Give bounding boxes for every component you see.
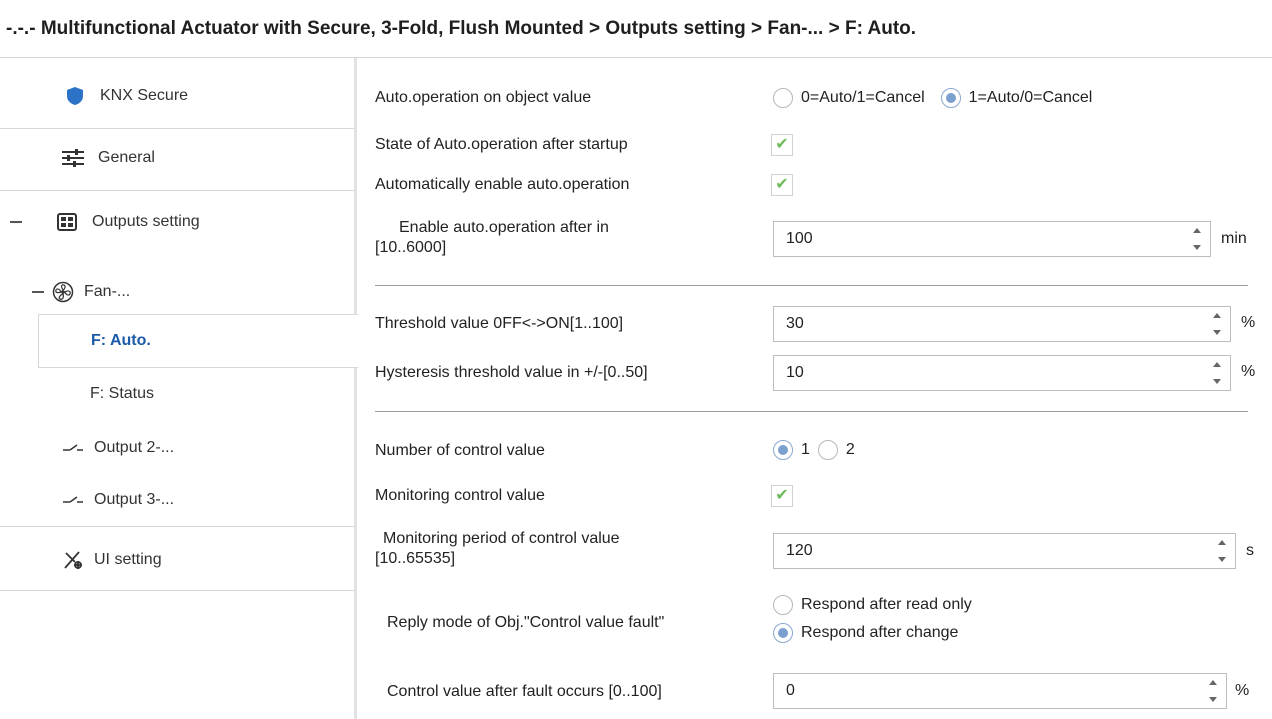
unit-label: %	[1241, 363, 1256, 380]
divider	[0, 526, 354, 527]
checkmark-icon: ✔	[775, 136, 789, 153]
fan-icon	[50, 279, 76, 305]
sidebar-item-f-auto[interactable]: F: Auto.	[38, 314, 358, 368]
reply-mode-option-after-change[interactable]: Respond after change	[773, 623, 958, 643]
monitor-period-label: Monitoring period of control value [10..…	[375, 530, 620, 567]
hysteresis-label: Hysteresis threshold value in +/-[0..50]	[375, 364, 648, 381]
monitoring-checkbox[interactable]: ✔	[771, 485, 793, 507]
sidebar-item-f-status[interactable]: F: Status	[0, 366, 354, 422]
state-after-startup-checkbox[interactable]: ✔	[771, 134, 793, 156]
hysteresis-input[interactable]: 10	[773, 355, 1231, 391]
radio-button[interactable]	[773, 623, 793, 643]
sidebar-item-label: Output 2-...	[94, 439, 175, 456]
sidebar-item-label: Outputs setting	[92, 213, 200, 230]
section-divider	[375, 285, 1248, 286]
auto-enable-checkbox[interactable]: ✔	[771, 174, 793, 196]
after-fault-label: Control value after fault occurs [0..100…	[387, 683, 662, 700]
reply-mode-option-read-only[interactable]: Respond after read only	[773, 595, 972, 615]
radio-button[interactable]	[940, 88, 961, 108]
collapse-icon[interactable]	[10, 221, 22, 223]
auto-op-option-0[interactable]: 0=Auto/1=Cancel	[773, 88, 925, 108]
sidebar-item-outputs-setting[interactable]: Outputs setting	[0, 194, 354, 250]
reply-mode-label: Reply mode of Obj."Control value fault"	[387, 614, 665, 631]
grid-icon	[54, 209, 80, 235]
collapse-icon[interactable]	[32, 291, 44, 293]
monitoring-label: Monitoring control value	[375, 487, 545, 504]
state-after-startup-label: State of Auto.operation after startup	[375, 136, 628, 153]
spinner-arrows-icon[interactable]	[1212, 313, 1222, 335]
spinner-arrows-icon[interactable]	[1212, 362, 1222, 384]
sidebar-item-label: Fan-...	[84, 283, 131, 300]
sidebar-item-ui-setting[interactable]: UI setting	[0, 532, 354, 588]
radio-button[interactable]	[773, 440, 793, 460]
sidebar-item-label: F: Auto.	[91, 332, 151, 349]
unit-label: %	[1235, 682, 1250, 699]
num-control-option-1[interactable]: 1	[773, 440, 810, 460]
shield-icon	[62, 83, 88, 109]
auto-op-label: Auto.operation on object value	[375, 89, 592, 106]
unit-label: min	[1221, 230, 1247, 247]
auto-op-radio-group: 0=Auto/1=Cancel 1=Auto/0=Cancel	[773, 88, 1092, 108]
sidebar-item-label: General	[98, 149, 155, 166]
divider	[0, 590, 354, 591]
unit-label: s	[1246, 542, 1254, 559]
switch-icon	[60, 435, 86, 461]
sidebar: KNX Secure General Outputs setting Fan-.…	[0, 58, 358, 719]
num-control-option-2[interactable]: 2	[817, 440, 855, 460]
unit-label: %	[1241, 314, 1256, 331]
enable-after-label: Enable auto.operation after in [10..6000…	[375, 219, 609, 256]
radio-button[interactable]	[817, 440, 838, 460]
auto-enable-label: Automatically enable auto.operation	[375, 176, 630, 193]
title-bar: -.-.- Multifunctional Actuator with Secu…	[0, 0, 1272, 58]
sidebar-item-general[interactable]: General	[0, 130, 354, 186]
section-divider	[375, 411, 1248, 412]
switch-icon	[60, 487, 86, 513]
sidebar-item-label: F: Status	[90, 385, 155, 402]
num-control-radio-group: 1 2	[773, 440, 855, 460]
threshold-label: Threshold value 0FF<->ON[1..100]	[375, 315, 624, 332]
sidebar-item-output-2[interactable]: Output 2-...	[0, 420, 354, 476]
sidebar-item-label: KNX Secure	[100, 87, 189, 104]
tools-icon	[60, 547, 86, 573]
breadcrumb: -.-.- Multifunctional Actuator with Secu…	[6, 18, 917, 39]
sidebar-item-output-3[interactable]: Output 3-...	[0, 472, 354, 528]
sidebar-item-fan[interactable]: Fan-...	[0, 264, 354, 320]
divider	[0, 190, 354, 191]
enable-after-input[interactable]: 100	[773, 221, 1211, 257]
sidebar-item-label: Output 3-...	[94, 491, 175, 508]
checkmark-icon: ✔	[775, 487, 789, 504]
radio-button[interactable]	[773, 88, 793, 108]
divider	[0, 128, 354, 129]
checkmark-icon: ✔	[775, 176, 789, 193]
spinner-arrows-icon[interactable]	[1208, 680, 1218, 702]
sliders-icon	[60, 145, 86, 171]
monitor-period-input[interactable]: 120	[773, 533, 1236, 569]
settings-panel: Auto.operation on object value 0=Auto/1=…	[357, 58, 1272, 719]
sidebar-item-label: UI setting	[94, 551, 162, 568]
spinner-arrows-icon[interactable]	[1192, 228, 1202, 250]
auto-op-option-1[interactable]: 1=Auto/0=Cancel	[940, 88, 1092, 108]
spinner-arrows-icon[interactable]	[1217, 540, 1227, 562]
threshold-input[interactable]: 30	[773, 306, 1231, 342]
num-control-label: Number of control value	[375, 442, 545, 459]
sidebar-item-knx-secure[interactable]: KNX Secure	[0, 68, 354, 124]
radio-button[interactable]	[773, 595, 793, 615]
reply-mode-radio-group: Respond after read only Respond after ch…	[773, 595, 972, 643]
after-fault-input[interactable]: 0	[773, 673, 1227, 709]
